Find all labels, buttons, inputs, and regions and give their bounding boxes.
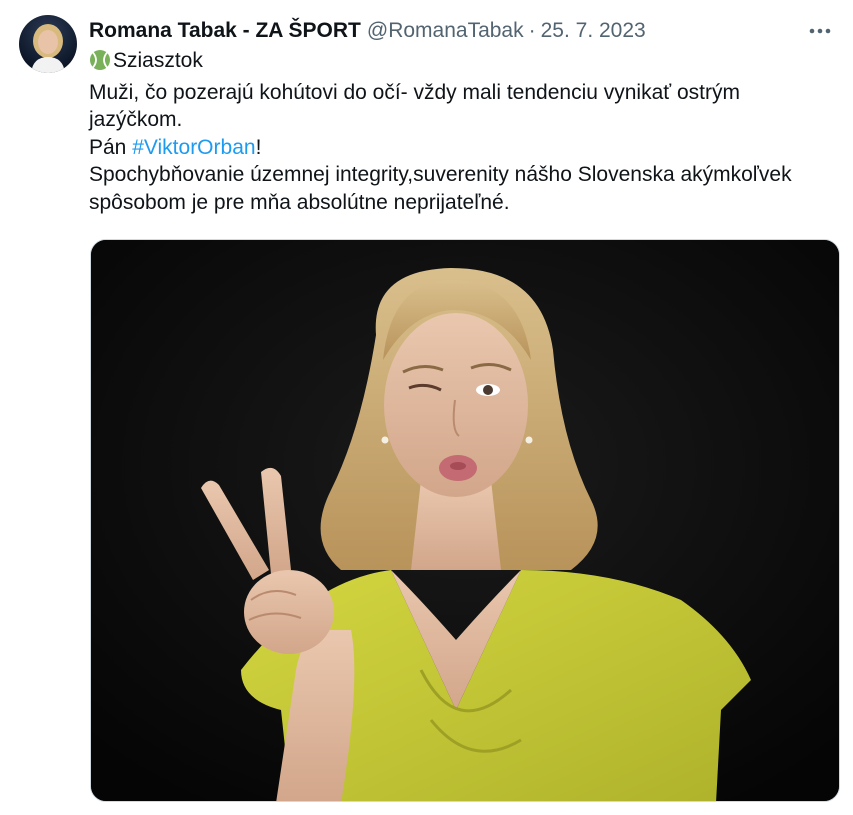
separator-dot: · [528, 19, 536, 42]
greeting-line: Sziasztok [89, 47, 844, 79]
text-line-5: spôsobom je pre mňa absolútne neprijateľ… [89, 190, 510, 214]
text-line-4: Spochybňovanie územnej integrity,suveren… [89, 163, 792, 186]
more-options-icon[interactable] [807, 17, 833, 45]
pan-prefix: Pán [89, 135, 133, 159]
text-line-3: Pán #ViktorOrban! [89, 134, 844, 162]
hashtag-link[interactable]: #ViktorOrban [132, 136, 255, 159]
tweet-date[interactable]: 25. 7. 2023 [541, 17, 646, 45]
greeting-text: Sziasztok [113, 49, 203, 72]
tennis-ball-icon [89, 49, 111, 79]
tweet-text: Sziasztok Muži, čo pozerajú kohútovi do … [89, 47, 844, 216]
exclamation: ! [255, 135, 262, 159]
text-line-1: Muži, čo pozerajú kohútovi do očí- vždy … [89, 80, 740, 104]
tweet-header: Romana Tabak - ZA ŠPORT @RomanaTabak · 2… [89, 17, 833, 45]
author-handle[interactable]: @RomanaTabak [367, 17, 524, 45]
tweet-photo[interactable] [90, 239, 840, 802]
text-line-2: jazýčkom. [89, 108, 183, 131]
author-name[interactable]: Romana Tabak - ZA ŠPORT [89, 17, 361, 45]
author-avatar[interactable] [19, 15, 77, 73]
